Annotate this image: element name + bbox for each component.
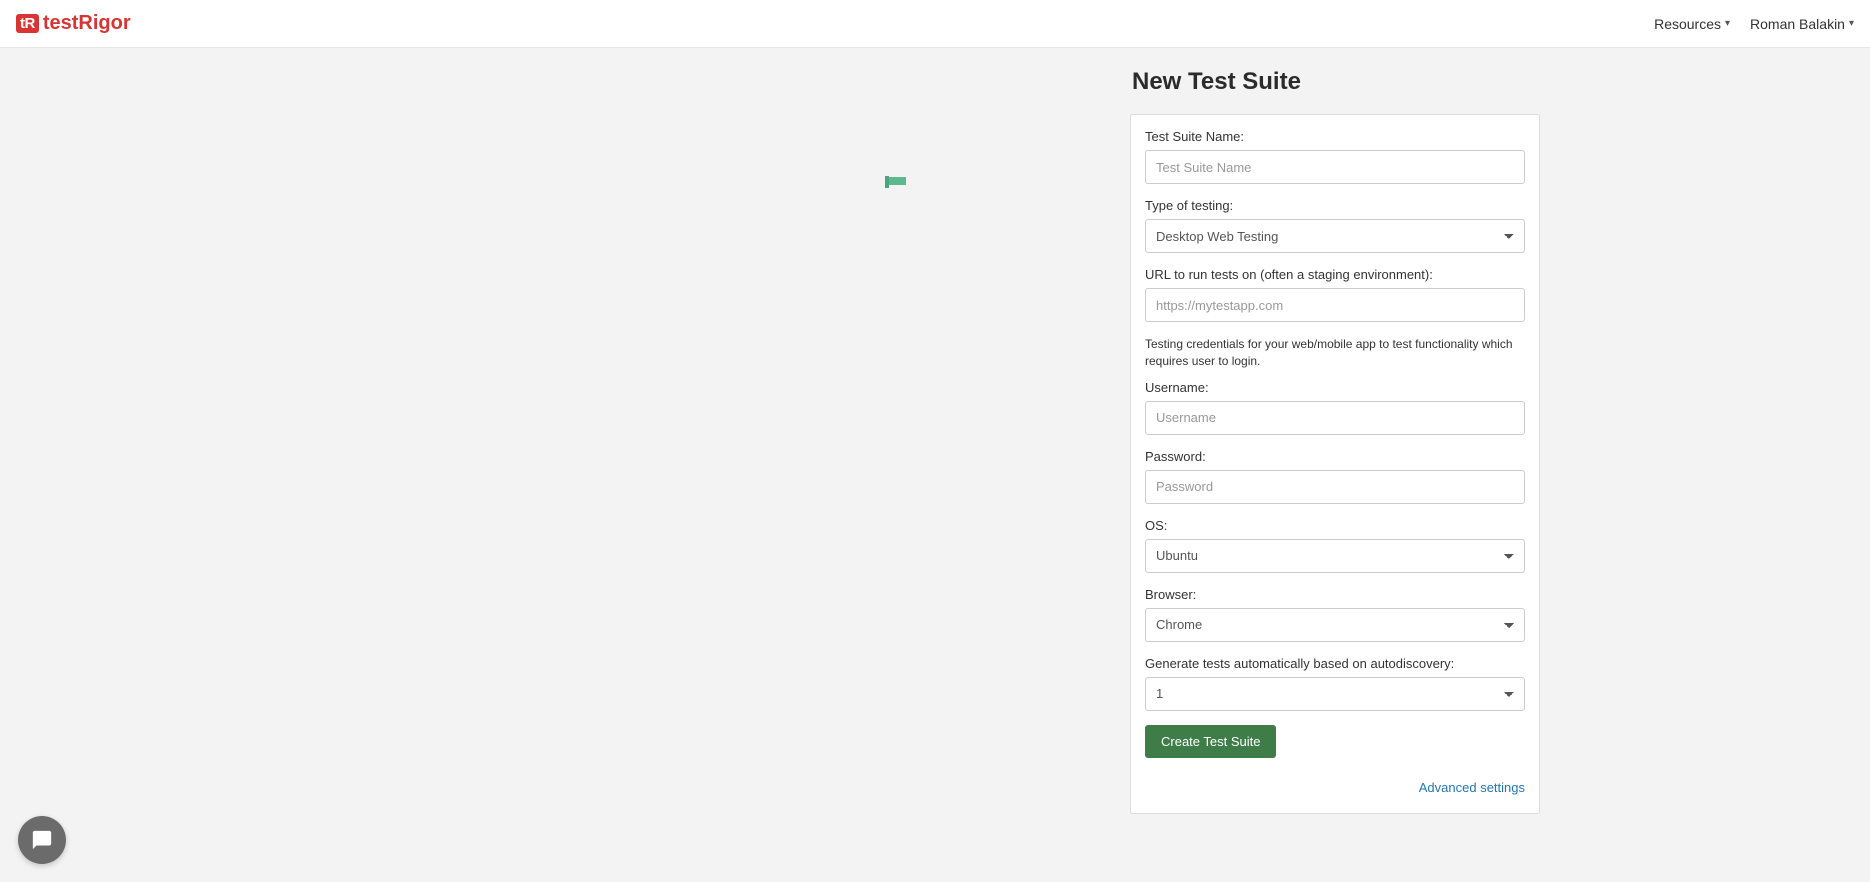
label-type-of-testing: Type of testing: [1145,198,1525,213]
nav-user-label: Roman Balakin [1750,16,1845,32]
form-card: Test Suite Name: Type of testing: Deskto… [1130,114,1540,814]
label-password: Password: [1145,449,1525,464]
label-autodiscovery: Generate tests automatically based on au… [1145,656,1525,671]
label-url: URL to run tests on (often a staging env… [1145,267,1525,282]
input-username[interactable] [1145,401,1525,435]
caret-down-icon: ▾ [1725,18,1730,29]
top-nav: tR testRigor Resources ▾ Roman Balakin ▾ [0,0,1870,48]
input-password[interactable] [1145,470,1525,504]
nav-resources[interactable]: Resources ▾ [1654,16,1730,32]
brand-logo[interactable]: tR testRigor [16,12,131,35]
select-os[interactable]: Ubuntu [1145,539,1525,573]
input-suite-name[interactable] [1145,150,1525,184]
caret-down-icon: ▾ [1849,18,1854,29]
page-content: New Test Suite Test Suite Name: Type of … [0,48,1870,814]
logo-badge: tR [16,14,39,33]
form-column: New Test Suite Test Suite Name: Type of … [1130,68,1540,814]
group-url: URL to run tests on (often a staging env… [1145,267,1525,322]
label-username: Username: [1145,380,1525,395]
label-suite-name: Test Suite Name: [1145,129,1525,144]
credentials-hint: Testing credentials for your web/mobile … [1145,336,1525,370]
group-browser: Browser: Chrome [1145,587,1525,642]
input-url[interactable] [1145,288,1525,322]
select-browser[interactable]: Chrome [1145,608,1525,642]
select-autodiscovery[interactable]: 1 [1145,677,1525,711]
nav-right: Resources ▾ Roman Balakin ▾ [1654,16,1854,32]
chat-widget-button[interactable] [18,816,66,864]
group-password: Password: [1145,449,1525,504]
group-os: OS: Ubuntu [1145,518,1525,573]
create-test-suite-button[interactable]: Create Test Suite [1145,725,1276,758]
select-type-of-testing[interactable]: Desktop Web Testing [1145,219,1525,253]
group-type-of-testing: Type of testing: Desktop Web Testing [1145,198,1525,253]
group-suite-name: Test Suite Name: [1145,129,1525,184]
nav-resources-label: Resources [1654,16,1721,32]
nav-user[interactable]: Roman Balakin ▾ [1750,16,1854,32]
page-title: New Test Suite [1132,68,1540,96]
group-username: Username: [1145,380,1525,435]
chat-icon [31,829,53,851]
pin-icon [885,174,907,184]
label-os: OS: [1145,518,1525,533]
label-browser: Browser: [1145,587,1525,602]
brand-name: testRigor [43,12,131,35]
group-autodiscovery: Generate tests automatically based on au… [1145,656,1525,711]
advanced-settings-link[interactable]: Advanced settings [1145,780,1525,795]
